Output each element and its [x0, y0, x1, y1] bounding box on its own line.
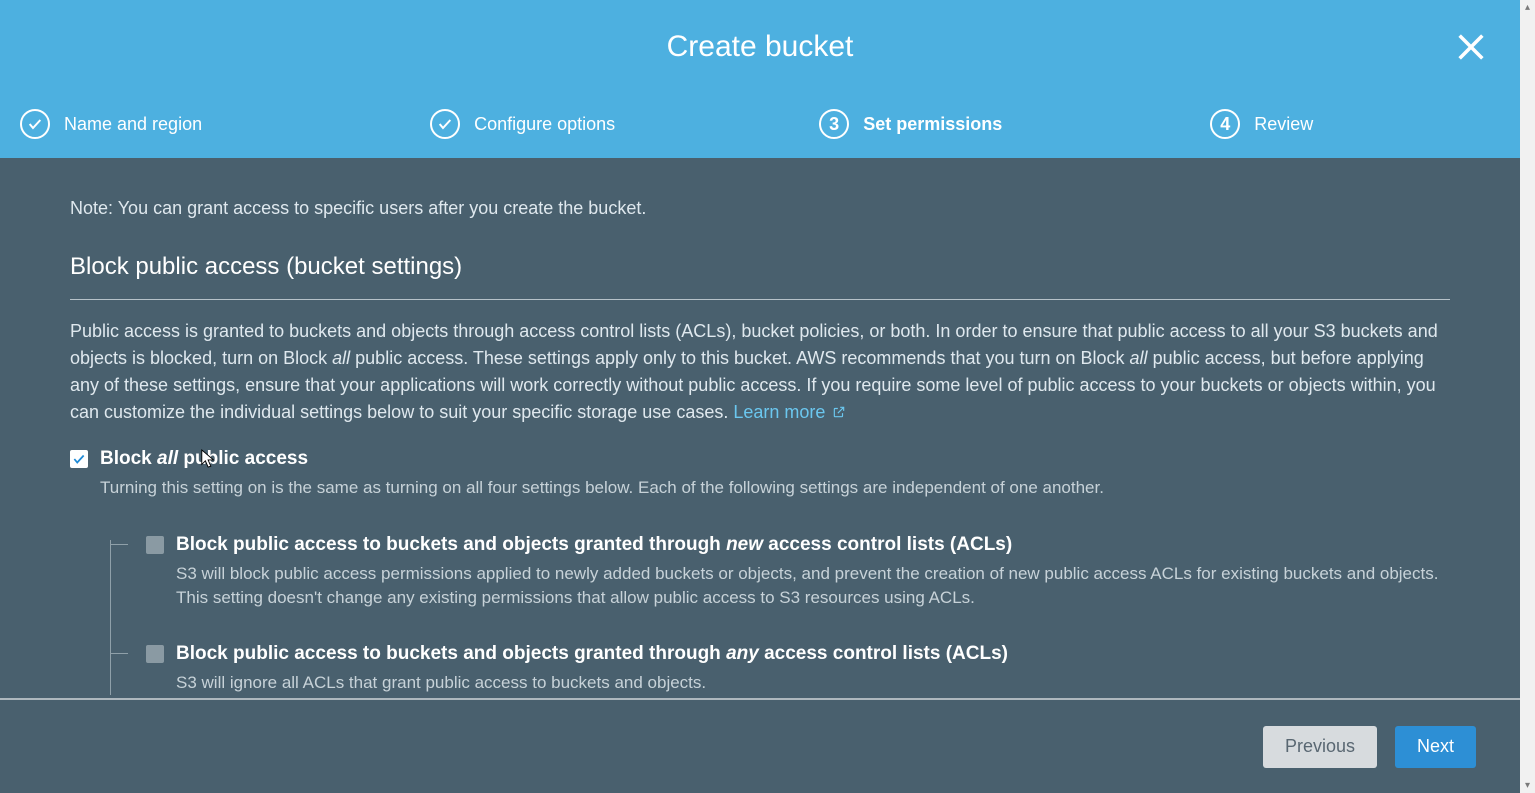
learn-more-link[interactable]: Learn more — [733, 402, 846, 422]
next-button[interactable]: Next — [1395, 726, 1476, 768]
block-all-public-access-row: Block all public access Turning this set… — [70, 448, 1450, 695]
step-set-permissions[interactable]: 3 Set permissions — [819, 109, 1002, 139]
permissions-content: Note: You can grant access to specific u… — [0, 158, 1520, 698]
block-all-checkbox[interactable] — [70, 450, 88, 468]
step-number-icon: 3 — [819, 109, 849, 139]
block-all-description: Turning this setting on is the same as t… — [100, 476, 1450, 500]
block-public-access-description: Public access is granted to buckets and … — [70, 318, 1450, 426]
previous-button[interactable]: Previous — [1263, 726, 1377, 768]
checkmark-icon — [430, 109, 460, 139]
block-any-acls-description: S3 will ignore all ACLs that grant publi… — [176, 671, 1450, 695]
checkmark-icon — [20, 109, 50, 139]
scroll-up-icon: ▴ — [1520, 0, 1535, 15]
close-icon — [1454, 51, 1488, 68]
step-label: Name and region — [64, 114, 202, 135]
scroll-down-icon: ▾ — [1520, 778, 1535, 793]
block-all-label: Block all public access — [100, 448, 1450, 470]
modal-footer: Previous Next — [0, 698, 1520, 793]
block-any-acls-row: Block public access to buckets and objec… — [110, 643, 1450, 695]
step-label: Configure options — [474, 114, 615, 135]
external-link-icon — [830, 402, 846, 422]
close-button[interactable] — [1454, 30, 1488, 64]
sub-settings-tree: Block public access to buckets and objec… — [100, 534, 1450, 695]
block-any-acls-label: Block public access to buckets and objec… — [176, 643, 1450, 665]
block-new-acls-description: S3 will block public access permissions … — [176, 562, 1450, 610]
step-number-icon: 4 — [1210, 109, 1240, 139]
block-new-acls-label: Block public access to buckets and objec… — [176, 534, 1450, 556]
step-review[interactable]: 4 Review — [1210, 109, 1313, 139]
block-new-acls-checkbox[interactable] — [146, 536, 164, 554]
content-scroll-area[interactable]: Note: You can grant access to specific u… — [0, 158, 1520, 698]
block-public-access-heading: Block public access (bucket settings) — [70, 253, 1450, 300]
create-bucket-modal: Create bucket Name and region Configure … — [0, 0, 1520, 793]
grant-access-note: Note: You can grant access to specific u… — [70, 198, 1450, 219]
step-configure-options[interactable]: Configure options — [430, 109, 615, 139]
modal-title: Create bucket — [0, 0, 1520, 64]
step-label: Set permissions — [863, 114, 1002, 135]
modal-header: Create bucket Name and region Configure … — [0, 0, 1520, 158]
step-label: Review — [1254, 114, 1313, 135]
block-any-acls-checkbox[interactable] — [146, 645, 164, 663]
block-new-acls-row: Block public access to buckets and objec… — [110, 534, 1450, 610]
page-scrollbar[interactable]: ▴ ▾ — [1520, 0, 1535, 793]
step-name-and-region[interactable]: Name and region — [20, 109, 202, 139]
wizard-steps: Name and region Configure options 3 Set … — [0, 90, 1520, 158]
